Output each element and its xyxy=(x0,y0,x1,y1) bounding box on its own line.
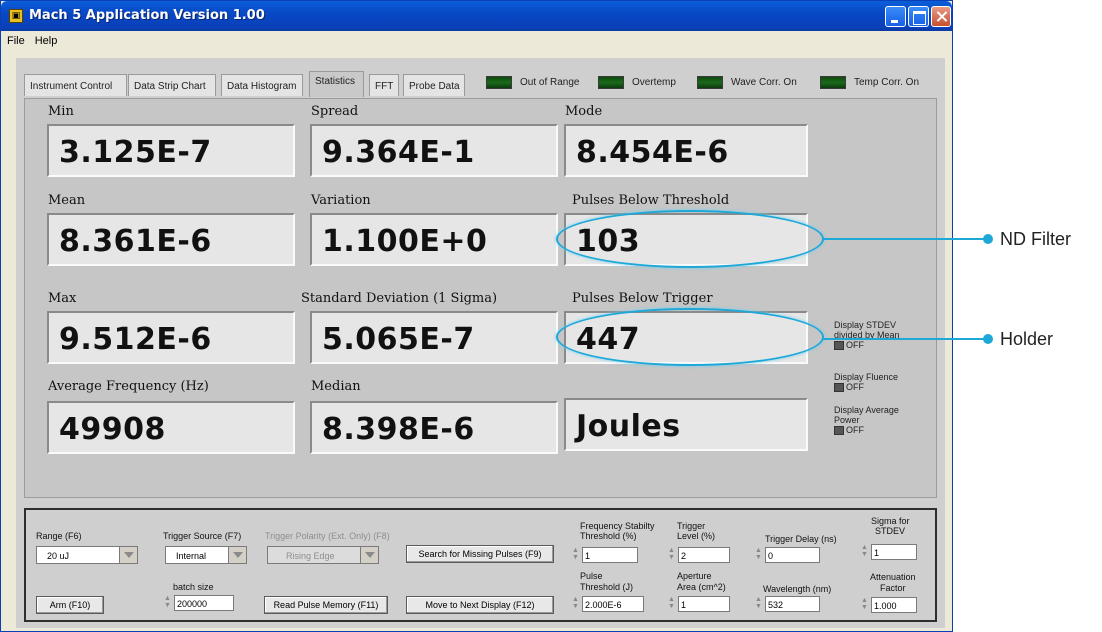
variation-display: 1.100E+0 xyxy=(310,213,558,266)
holder-callout-dot xyxy=(983,334,993,344)
display-avg-power-label: Display Average Power xyxy=(834,405,899,425)
move-next-display-button[interactable]: Move to Next Display (F12) xyxy=(406,596,554,614)
tab-instrument-control[interactable]: Instrument Control xyxy=(24,74,127,96)
menu-help[interactable]: Help xyxy=(29,31,62,47)
close-button[interactable] xyxy=(931,6,951,27)
nd-filter-callout-dot xyxy=(983,234,993,244)
display-stdev-toggle[interactable]: Display STDEV divided by Mean OFF xyxy=(834,320,924,351)
indicator-wave-corr: Wave Corr. On xyxy=(697,76,797,90)
mean-display: 8.361E-6 xyxy=(47,213,295,266)
units-display: Joules xyxy=(564,398,808,451)
holder-callout-label: Holder xyxy=(1000,329,1054,349)
trigger-source-select[interactable]: Internal xyxy=(165,546,247,564)
spinner-icon[interactable]: ▲ ▼ xyxy=(571,596,580,612)
led-icon xyxy=(598,76,624,89)
sigma-label-1: Sigma for xyxy=(871,516,910,526)
range-label: Range (F6) xyxy=(36,531,82,541)
aperture-label-1: Aperture xyxy=(677,571,712,581)
tab-probe-data[interactable]: Probe Data xyxy=(403,74,465,96)
attenuation-label-1: Attenuation xyxy=(870,572,916,582)
title-bar[interactable]: ▣ Mach 5 Application Version 1.00 xyxy=(1,1,952,31)
spinner-icon[interactable]: ▲ ▼ xyxy=(754,547,763,563)
menu-file[interactable]: File xyxy=(1,31,29,47)
app-icon: ▣ xyxy=(9,9,23,23)
spinner-icon[interactable]: ▲ ▼ xyxy=(860,597,869,613)
std-dev-label: Standard Deviation (1 Sigma) xyxy=(301,291,498,306)
holder-highlight xyxy=(556,308,824,366)
mode-display: 8.454E-6 xyxy=(564,124,808,177)
attenuation-label-2: Factor xyxy=(880,583,906,593)
avg-frequency-label: Average Frequency (Hz) xyxy=(48,379,209,394)
tab-data-histogram[interactable]: Data Histogram xyxy=(221,74,303,96)
mean-label: Mean xyxy=(48,193,86,208)
indicator-out-of-range: Out of Range xyxy=(486,76,579,90)
spread-display: 9.364E-1 xyxy=(310,124,558,177)
tab-fft[interactable]: FFT xyxy=(369,74,399,96)
off-led-icon xyxy=(834,426,844,436)
read-pulse-memory-button[interactable]: Read Pulse Memory (F11) xyxy=(264,596,388,614)
freq-stability-label-2: Threshold (%) xyxy=(580,531,637,541)
search-missing-pulses-button[interactable]: Search for Missing Pulses (F9) xyxy=(406,545,554,563)
display-fluence-label: Display Fluence xyxy=(834,372,899,382)
led-icon xyxy=(486,76,512,89)
spinner-icon[interactable]: ▲ ▼ xyxy=(667,547,676,563)
indicator-temp-corr: Temp Corr. On xyxy=(820,76,919,90)
pulse-threshold-label-2: Threshold (J) xyxy=(580,582,634,592)
spinner-icon[interactable]: ▲ ▼ xyxy=(163,595,172,611)
avg-frequency-display: 49908 xyxy=(47,401,295,454)
aperture-label-2: Area (cm^2) xyxy=(677,582,726,592)
pulse-threshold-label-1: Pulse xyxy=(580,571,603,581)
median-label: Median xyxy=(311,379,361,394)
maximize-button[interactable] xyxy=(908,6,929,27)
dropdown-arrow-icon xyxy=(360,547,378,563)
mode-label: Mode xyxy=(565,104,603,119)
trigger-level-label-1: Trigger xyxy=(677,521,706,531)
off-led-icon xyxy=(834,383,844,393)
dropdown-arrow-icon xyxy=(119,547,137,563)
off-led-icon xyxy=(834,341,844,351)
menu-bar: File Help xyxy=(1,31,952,53)
nd-filter-callout-line xyxy=(822,238,987,240)
nd-filter-callout-label: ND Filter xyxy=(1000,229,1071,249)
tab-statistics[interactable]: Statistics xyxy=(309,71,364,97)
display-avg-power-toggle[interactable]: Display Average Power OFF xyxy=(834,405,914,436)
freq-stability-label-1: Frequency Stabilty xyxy=(580,521,655,531)
tab-data-strip-chart[interactable]: Data Strip Chart xyxy=(128,74,216,96)
display-fluence-toggle[interactable]: Display Fluence OFF xyxy=(834,372,924,393)
trigger-polarity-select[interactable]: Rising Edge xyxy=(267,546,379,564)
pulses-below-threshold-label: Pulses Below Threshold xyxy=(572,193,730,208)
wavelength-label: Wavelength (nm) xyxy=(763,584,832,594)
min-label: Min xyxy=(48,104,74,119)
indicator-overtemp: Overtemp xyxy=(598,76,676,90)
sigma-label-2: STDEV xyxy=(875,526,906,536)
led-icon xyxy=(697,76,723,89)
window-title: Mach 5 Application Version 1.00 xyxy=(29,8,265,23)
max-label: Max xyxy=(48,291,77,306)
spinner-icon[interactable]: ▲ ▼ xyxy=(571,547,580,563)
batch-size-label: batch size xyxy=(173,582,214,592)
min-display: 3.125E-7 xyxy=(47,124,295,177)
spinner-icon[interactable]: ▲ ▼ xyxy=(860,544,869,560)
trigger-level-label-2: Level (%) xyxy=(677,531,716,541)
minimize-button[interactable] xyxy=(885,6,906,27)
trigger-polarity-label: Trigger Polarity (Ext. Only) (F8) xyxy=(265,531,390,541)
led-icon xyxy=(820,76,846,89)
pulses-below-trigger-label: Pulses Below Trigger xyxy=(572,291,713,306)
trigger-source-label: Trigger Source (F7) xyxy=(163,531,242,541)
spinner-icon[interactable]: ▲ ▼ xyxy=(667,596,676,612)
trigger-delay-label: Trigger Delay (ns) xyxy=(765,534,837,544)
max-display: 9.512E-6 xyxy=(47,311,295,364)
spinner-icon[interactable]: ▲ ▼ xyxy=(754,596,763,612)
arm-button[interactable]: Arm (F10) xyxy=(36,596,104,614)
spread-label: Spread xyxy=(311,104,359,119)
std-dev-display: 5.065E-7 xyxy=(310,311,558,364)
display-stdev-label: Display STDEV divided by Mean xyxy=(834,320,900,340)
holder-callout-line xyxy=(822,338,987,340)
variation-label: Variation xyxy=(311,193,371,208)
median-display: 8.398E-6 xyxy=(310,401,558,454)
dropdown-arrow-icon xyxy=(228,547,246,563)
range-select[interactable]: 20 uJ xyxy=(36,546,138,564)
nd-filter-highlight xyxy=(556,210,824,268)
